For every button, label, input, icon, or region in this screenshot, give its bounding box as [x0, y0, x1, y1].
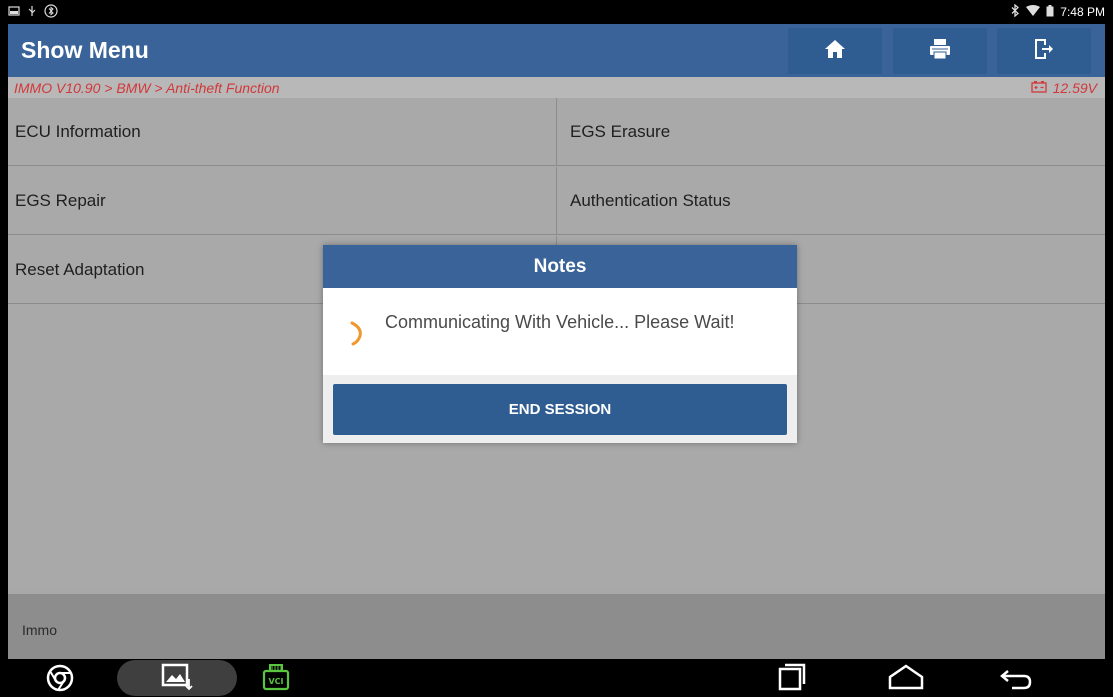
- menu-item-label: ECU Information: [15, 121, 141, 141]
- notification-icon: [8, 5, 20, 20]
- menu-item-ecu-information[interactable]: ECU Information: [8, 98, 556, 166]
- menu-item-egs-repair[interactable]: EGS Repair: [8, 167, 556, 235]
- loading-spinner-icon: [349, 320, 365, 351]
- gallery-icon[interactable]: [161, 663, 193, 691]
- car-battery-icon: [1030, 80, 1047, 96]
- end-session-button[interactable]: END SESSION: [333, 384, 787, 435]
- menu-item-label: EGS Erasure: [570, 121, 671, 141]
- navigation-bar: VCI: [0, 659, 1113, 697]
- page-title: Show Menu: [21, 37, 149, 63]
- recents-icon[interactable]: [777, 663, 807, 691]
- footer-bar: Immo: [8, 594, 1105, 659]
- dialog-title: Notes: [323, 245, 797, 288]
- dialog-footer: END SESSION: [323, 375, 797, 443]
- menu-item-label: Reset Adaptation: [15, 259, 145, 279]
- dialog-body: Communicating With Vehicle... Please Wai…: [323, 288, 797, 375]
- usb-icon: [26, 5, 38, 20]
- home-nav-icon[interactable]: [888, 663, 924, 691]
- breadcrumb: IMMO V10.90 > BMW > Anti-theft Function …: [8, 77, 1105, 98]
- bluetooth-icon: [1010, 3, 1020, 20]
- chrome-icon[interactable]: [45, 663, 75, 693]
- print-icon: [929, 38, 951, 65]
- footer-label: Immo: [22, 622, 57, 638]
- title-bar: Show Menu: [8, 24, 1105, 77]
- vci-label: VCI: [268, 677, 283, 686]
- print-button[interactable]: [893, 28, 987, 74]
- exit-icon: [1034, 38, 1054, 65]
- home-icon: [824, 39, 846, 64]
- menu-item-egs-erasure[interactable]: EGS Erasure: [556, 98, 1105, 166]
- wifi-icon: [1026, 4, 1041, 20]
- home-button[interactable]: [788, 28, 882, 74]
- bluetooth-scan-icon: [44, 4, 58, 21]
- status-time: 7:48 PM: [1060, 5, 1105, 19]
- menu-item-label: Authentication Status: [570, 190, 731, 210]
- exit-button[interactable]: [997, 28, 1091, 74]
- battery-icon: [1046, 4, 1054, 20]
- voltage-value: 12.59V: [1052, 80, 1097, 96]
- vci-icon[interactable]: VCI: [262, 663, 290, 691]
- menu-item-authentication-status[interactable]: Authentication Status: [556, 167, 1105, 235]
- dialog-message: Communicating With Vehicle... Please Wai…: [385, 312, 735, 332]
- battery-voltage: 12.59V: [1030, 80, 1097, 96]
- status-bar: 7:48 PM: [0, 0, 1113, 24]
- menu-item-label: EGS Repair: [15, 190, 106, 210]
- back-icon[interactable]: [998, 663, 1034, 691]
- notes-dialog: Notes Communicating With Vehicle... Plea…: [323, 245, 797, 443]
- breadcrumb-path: IMMO V10.90 > BMW > Anti-theft Function: [14, 80, 280, 96]
